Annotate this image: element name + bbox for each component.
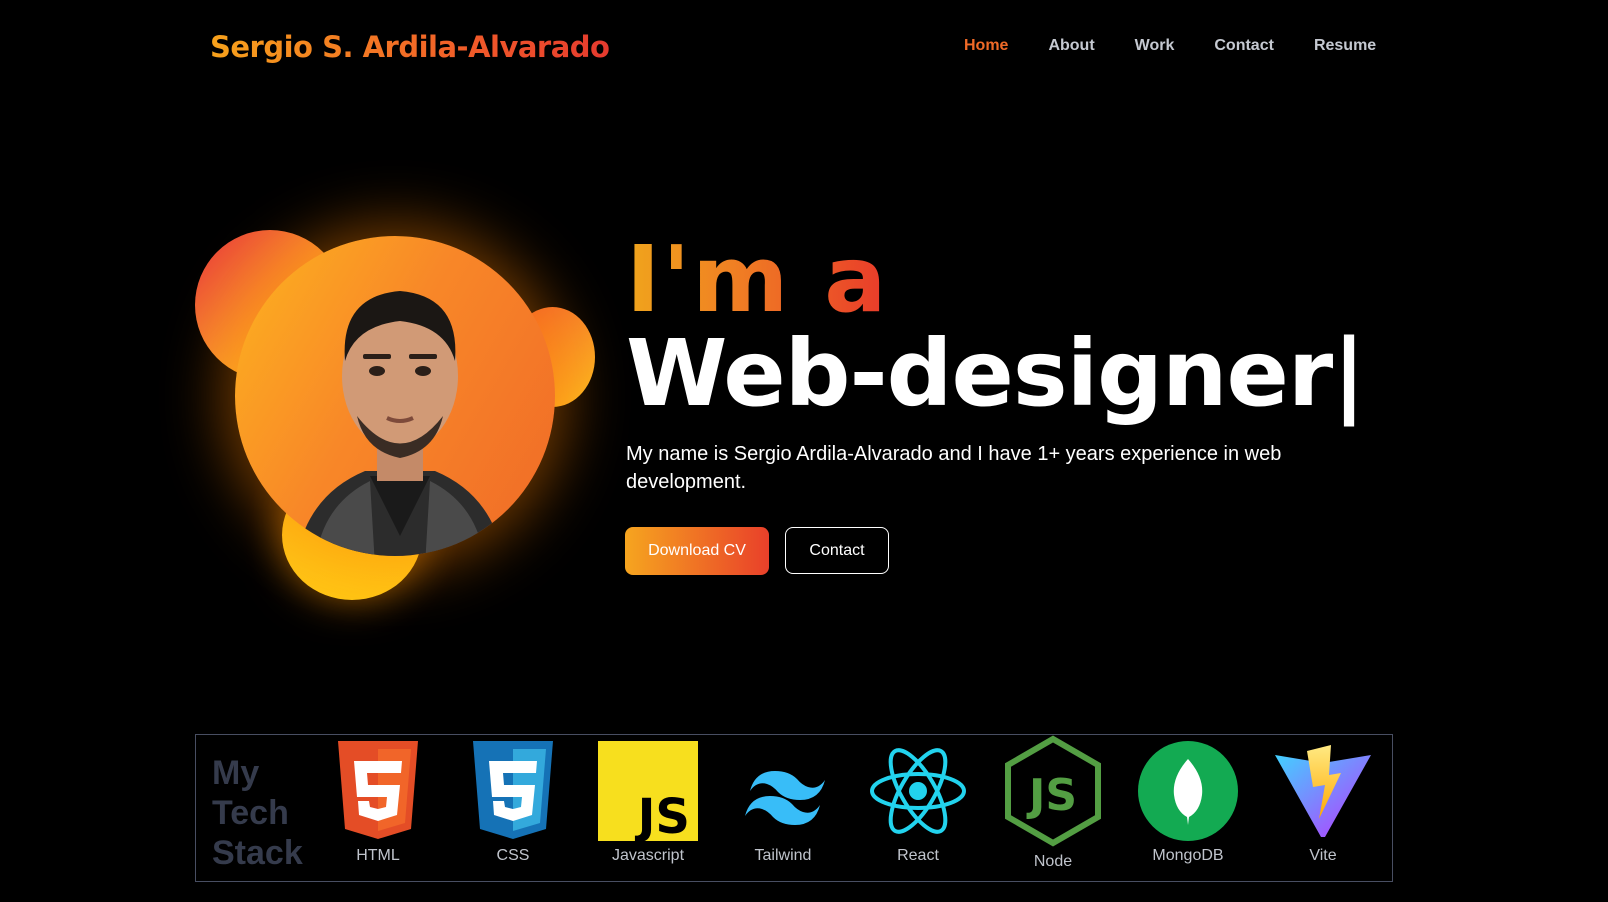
nav-resume[interactable]: Resume (1314, 37, 1376, 55)
nav-contact[interactable]: Contact (1214, 37, 1274, 55)
nav-work[interactable]: Work (1135, 37, 1175, 55)
vite-icon (1275, 745, 1371, 837)
tech-item-html: HTML (323, 741, 433, 865)
hero-role-typewriter: Web-designer| (626, 320, 1366, 427)
nav-home[interactable]: Home (964, 37, 1008, 55)
tech-stack-title: My Tech Stack (212, 754, 303, 872)
svg-text:JS: JS (635, 789, 690, 841)
nav-about[interactable]: About (1048, 37, 1094, 55)
hero-description: My name is Sergio Ardila-Alvarado and I … (626, 443, 1282, 493)
tailwind-icon (745, 771, 825, 825)
nodejs-icon: JS (1005, 735, 1101, 847)
css3-icon (473, 741, 553, 839)
site-brand[interactable]: Sergio S. Ardila-Alvarado (210, 30, 610, 64)
download-cv-button[interactable]: Download CV (625, 527, 769, 575)
main-nav: Home About Work Contact Resume (964, 37, 1376, 55)
tech-item-vite: Vite (1268, 741, 1378, 865)
html5-icon (338, 741, 418, 839)
javascript-icon: JS (598, 741, 698, 841)
react-icon (870, 748, 966, 834)
svg-text:JS: JS (1026, 770, 1077, 821)
portrait-image (296, 291, 504, 556)
profile-photo (235, 236, 555, 556)
tech-item-css: CSS (458, 741, 568, 865)
tech-item-tailwind: Tailwind (728, 741, 838, 865)
tech-item-node: JS Node (998, 735, 1108, 871)
mongodb-icon (1138, 741, 1238, 841)
hero-prefix: I'm a (626, 226, 889, 333)
tech-item-mongodb: MongoDB (1133, 741, 1243, 865)
tech-item-react: React (863, 741, 973, 865)
tech-stack-panel: My Tech Stack HTML CSS JS Javascript Tai… (195, 734, 1393, 882)
contact-button[interactable]: Contact (785, 527, 889, 574)
tech-item-javascript: JS Javascript (593, 741, 703, 865)
